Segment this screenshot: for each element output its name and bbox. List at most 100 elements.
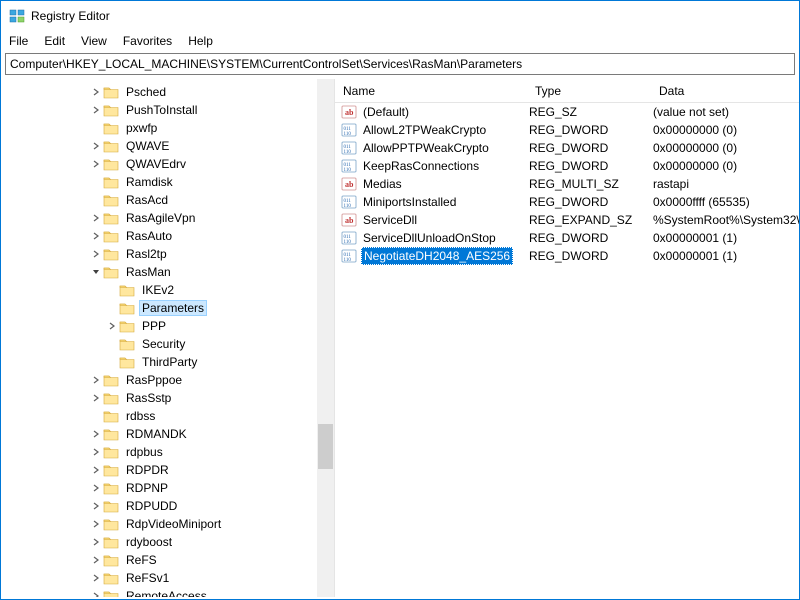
col-header-name[interactable]: Name (335, 80, 527, 102)
tree-node-label[interactable]: Ramdisk (123, 174, 176, 190)
tree-node[interactable]: RDPUDD (5, 497, 334, 515)
address-bar[interactable]: Computer\HKEY_LOCAL_MACHINE\SYSTEM\Curre… (5, 53, 795, 75)
tree-node-label[interactable]: rdbss (123, 408, 158, 424)
tree-node[interactable]: RasPppoe (5, 371, 334, 389)
value-name[interactable]: NegotiateDH2048_AES256 (361, 247, 513, 265)
tree-node-label[interactable]: RDPDR (123, 462, 172, 478)
tree-node-label[interactable]: rdpbus (123, 444, 166, 460)
value-name[interactable]: ServiceDllUnloadOnStop (361, 230, 498, 246)
tree-node[interactable]: PPP (5, 317, 334, 335)
tree-node[interactable]: RDMANDK (5, 425, 334, 443)
chevron-down-icon[interactable] (89, 264, 103, 280)
chevron-right-icon[interactable] (89, 444, 103, 460)
tree-node-label[interactable]: RasAcd (123, 192, 171, 208)
tree-node[interactable]: ReFSv1 (5, 569, 334, 587)
tree-node[interactable]: Parameters (5, 299, 334, 317)
tree-node[interactable]: rdbss (5, 407, 334, 425)
tree-node-label[interactable]: ThirdParty (139, 354, 200, 370)
value-row[interactable]: MiniportsInstalledREG_DWORD0x0000ffff (6… (335, 193, 799, 211)
tree-node-label[interactable]: RasMan (123, 264, 174, 280)
chevron-right-icon[interactable] (89, 102, 103, 118)
tree-node-label[interactable]: PushToInstall (123, 102, 200, 118)
tree-scroll-thumb[interactable] (318, 424, 333, 469)
tree-node[interactable]: RDPNP (5, 479, 334, 497)
tree-node-label[interactable]: Security (139, 336, 188, 352)
value-row[interactable]: ServiceDllUnloadOnStopREG_DWORD0x0000000… (335, 229, 799, 247)
tree-node[interactable]: RasAgileVpn (5, 209, 334, 227)
tree-node-label[interactable]: ReFS (123, 552, 160, 568)
tree-node-label[interactable]: RasPppoe (123, 372, 185, 388)
value-row[interactable]: NegotiateDH2048_AES256REG_DWORD0x0000000… (335, 247, 799, 265)
col-header-type[interactable]: Type (527, 80, 651, 102)
value-row[interactable]: ServiceDllREG_EXPAND_SZ%SystemRoot%\Syst… (335, 211, 799, 229)
value-row[interactable]: AllowL2TPWeakCryptoREG_DWORD0x00000000 (… (335, 121, 799, 139)
chevron-right-icon[interactable] (89, 552, 103, 568)
tree-node-label[interactable]: Parameters (139, 300, 207, 316)
tree-node-label[interactable]: RasAgileVpn (123, 210, 198, 226)
tree-node[interactable]: RasAuto (5, 227, 334, 245)
tree-scrollbar[interactable] (317, 79, 334, 597)
tree-node[interactable]: Rasl2tp (5, 245, 334, 263)
value-row[interactable]: (Default)REG_SZ(value not set) (335, 103, 799, 121)
chevron-right-icon[interactable] (89, 228, 103, 244)
menu-edit[interactable]: Edit (36, 32, 73, 50)
chevron-right-icon[interactable] (89, 210, 103, 226)
tree-node[interactable]: RasAcd (5, 191, 334, 209)
tree-node[interactable]: ReFS (5, 551, 334, 569)
chevron-right-icon[interactable] (89, 570, 103, 586)
tree-node-label[interactable]: RdpVideoMiniport (123, 516, 224, 532)
tree-node[interactable]: Ramdisk (5, 173, 334, 191)
chevron-right-icon[interactable] (89, 426, 103, 442)
tree-node[interactable]: rdpbus (5, 443, 334, 461)
menu-view[interactable]: View (73, 32, 115, 50)
tree-node[interactable]: PushToInstall (5, 101, 334, 119)
value-name[interactable]: ServiceDll (361, 212, 419, 228)
chevron-right-icon[interactable] (89, 462, 103, 478)
tree-node-label[interactable]: Rasl2tp (123, 246, 170, 262)
chevron-right-icon[interactable] (89, 246, 103, 262)
chevron-right-icon[interactable] (89, 516, 103, 532)
chevron-right-icon[interactable] (89, 534, 103, 550)
tree-node-label[interactable]: pxwfp (123, 120, 160, 136)
value-name[interactable]: Medias (361, 176, 404, 192)
value-row[interactable]: AllowPPTPWeakCryptoREG_DWORD0x00000000 (… (335, 139, 799, 157)
tree-node-label[interactable]: QWAVEdrv (123, 156, 189, 172)
values-pane[interactable]: Name Type Data (Default)REG_SZ(value not… (335, 79, 799, 597)
chevron-right-icon[interactable] (89, 588, 103, 597)
tree-node[interactable]: IKEv2 (5, 281, 334, 299)
value-name[interactable]: (Default) (361, 104, 411, 120)
chevron-right-icon[interactable] (89, 156, 103, 172)
registry-tree[interactable]: Psched PushToInstall pxwfpQWAVEQWAVEdrv Ram… (1, 83, 334, 597)
tree-node[interactable]: RdpVideoMiniport (5, 515, 334, 533)
tree-node-label[interactable]: RemoteAccess (123, 588, 210, 597)
tree-node-label[interactable]: RDPNP (123, 480, 171, 496)
value-row[interactable]: MediasREG_MULTI_SZrastapi (335, 175, 799, 193)
tree-pane[interactable]: Psched PushToInstall pxwfpQWAVEQWAVEdrv Ram… (1, 79, 335, 597)
tree-node[interactable]: pxwfp (5, 119, 334, 137)
tree-node[interactable]: Psched (5, 83, 334, 101)
chevron-right-icon[interactable] (89, 84, 103, 100)
menu-help[interactable]: Help (180, 32, 221, 50)
chevron-right-icon[interactable] (89, 372, 103, 388)
tree-node-label[interactable]: Psched (123, 84, 169, 100)
value-name[interactable]: AllowL2TPWeakCrypto (361, 122, 488, 138)
tree-node[interactable]: QWAVE (5, 137, 334, 155)
tree-node[interactable]: ThirdParty (5, 353, 334, 371)
values-list[interactable]: (Default)REG_SZ(value not set)AllowL2TPW… (335, 103, 799, 265)
menu-file[interactable]: File (5, 32, 36, 50)
value-row[interactable]: KeepRasConnectionsREG_DWORD0x00000000 (0… (335, 157, 799, 175)
tree-node-label[interactable]: PPP (139, 318, 169, 334)
tree-node[interactable]: RasMan (5, 263, 334, 281)
value-name[interactable]: MiniportsInstalled (361, 194, 458, 210)
tree-node[interactable]: RasSstp (5, 389, 334, 407)
col-header-data[interactable]: Data (651, 80, 799, 102)
tree-node-label[interactable]: ReFSv1 (123, 570, 172, 586)
tree-node-label[interactable]: RasSstp (123, 390, 174, 406)
chevron-right-icon[interactable] (89, 390, 103, 406)
value-name[interactable]: AllowPPTPWeakCrypto (361, 140, 491, 156)
tree-node-label[interactable]: RasAuto (123, 228, 175, 244)
tree-node[interactable]: QWAVEdrv (5, 155, 334, 173)
tree-node-label[interactable]: RDMANDK (123, 426, 190, 442)
menu-favorites[interactable]: Favorites (115, 32, 180, 50)
value-name[interactable]: KeepRasConnections (361, 158, 481, 174)
